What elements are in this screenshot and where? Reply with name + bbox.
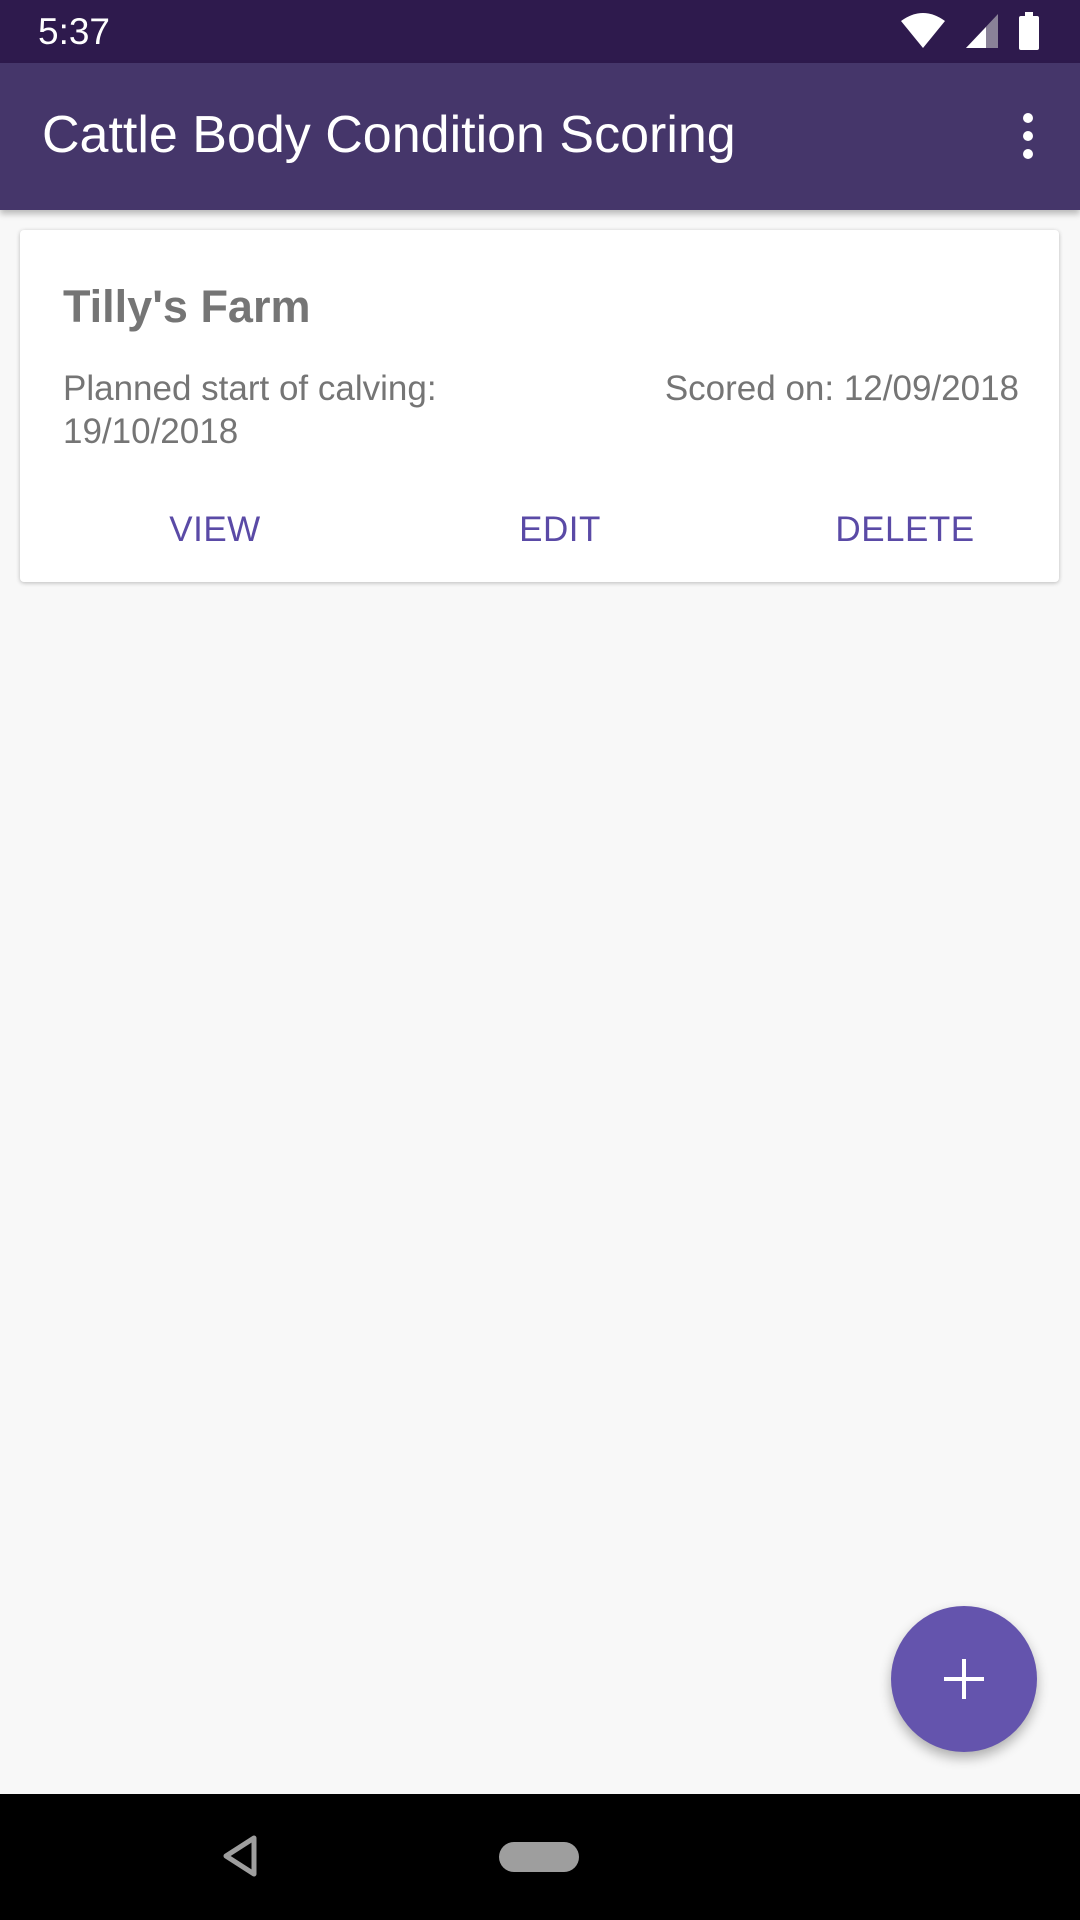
- navigation-bar: [0, 1794, 1080, 1920]
- page-title: Cattle Body Condition Scoring: [42, 106, 736, 164]
- edit-button[interactable]: EDIT: [480, 495, 640, 565]
- farm-card: Tilly's Farm Planned start of calving: 1…: [20, 230, 1059, 582]
- battery-icon: [1019, 12, 1039, 50]
- more-vert-icon[interactable]: [998, 101, 1058, 171]
- scored-date: Scored on: 12/09/2018: [664, 369, 1019, 408]
- status-bar: 5:37: [0, 0, 1080, 63]
- calving-label: Planned start of calving:: [63, 369, 437, 408]
- farm-name: Tilly's Farm: [63, 281, 311, 332]
- app-bar: Cattle Body Condition Scoring: [0, 63, 1080, 210]
- wifi-icon: [901, 13, 945, 48]
- status-icons: [900, 12, 1040, 50]
- view-button[interactable]: VIEW: [140, 495, 290, 565]
- add-icon: [944, 1659, 984, 1699]
- status-time: 5:37: [38, 11, 111, 52]
- add-farm-button[interactable]: [891, 1606, 1037, 1752]
- calving-date: 19/10/2018: [63, 412, 239, 451]
- card-actions: VIEW EDIT DELETE: [20, 495, 1059, 565]
- calving-info: Planned start of calving: 19/10/2018: [63, 367, 543, 453]
- back-triangle-icon[interactable]: [220, 1834, 260, 1878]
- delete-button[interactable]: DELETE: [815, 495, 995, 565]
- home-pill-icon[interactable]: [499, 1842, 579, 1872]
- cell-signal-icon: [966, 14, 998, 48]
